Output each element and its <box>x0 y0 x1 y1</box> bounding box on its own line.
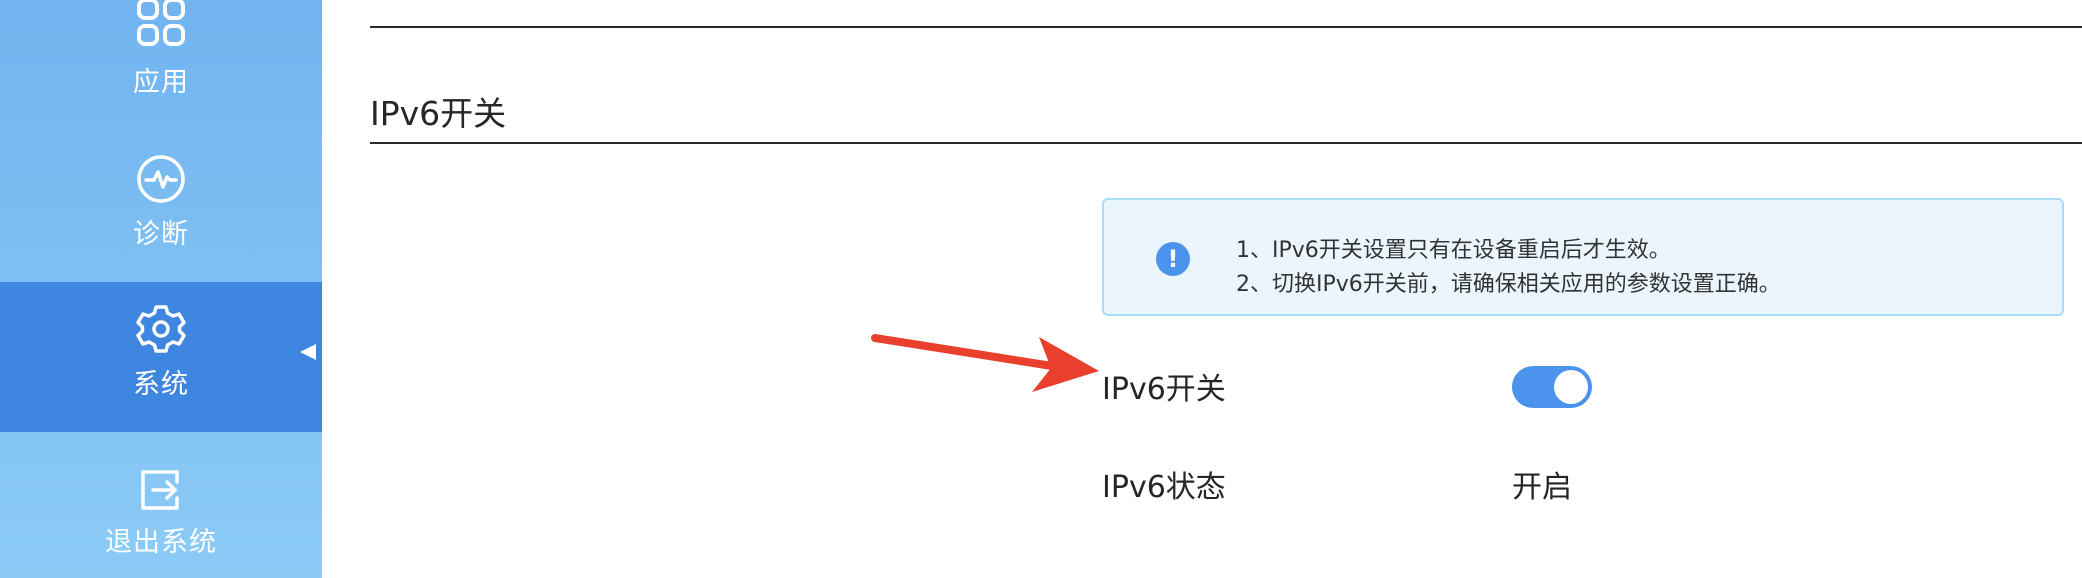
toggle-knob <box>1554 370 1588 404</box>
app-root: 应用 诊断 系统 退出系统 IPv6开关 ! 1、IPv6开关设置只有在设备重启… <box>0 0 2082 578</box>
ipv6-status-value: 开启 <box>1512 470 1572 505</box>
sidebar-item-system[interactable]: 系统 <box>0 282 322 432</box>
sidebar-item-logout[interactable]: 退出系统 <box>0 432 322 578</box>
info-notice: ! 1、IPv6开关设置只有在设备重启后才生效。 2、切换IPv6开关前，请确保… <box>1102 198 2064 316</box>
sidebar-item-diagnostics[interactable]: 诊断 <box>0 90 322 250</box>
grid-icon <box>135 0 187 52</box>
exclamation-icon: ! <box>1156 242 1190 276</box>
sidebar-item-label: 系统 <box>133 369 189 400</box>
main-content: IPv6开关 ! 1、IPv6开关设置只有在设备重启后才生效。 2、切换IPv6… <box>322 0 2082 578</box>
section-title: IPv6开关 <box>370 94 507 134</box>
sidebar-item-apps[interactable]: 应用 <box>0 0 322 98</box>
exit-icon <box>137 466 185 518</box>
active-indicator-caret <box>300 344 316 360</box>
divider <box>370 26 2082 28</box>
ipv6-status-label: IPv6状态 <box>1102 470 1226 505</box>
pulse-icon <box>135 153 187 209</box>
sidebar: 应用 诊断 系统 退出系统 <box>0 0 322 578</box>
sidebar-item-label: 诊断 <box>133 219 189 250</box>
gear-icon <box>134 302 188 360</box>
ipv6-toggle-switch[interactable] <box>1512 366 1592 408</box>
ipv6-switch-label: IPv6开关 <box>1102 372 1226 407</box>
notice-line: 2、切换IPv6开关前，请确保相关应用的参数设置正确。 <box>1236 272 1781 297</box>
sidebar-item-label: 退出系统 <box>105 527 217 558</box>
notice-line: 1、IPv6开关设置只有在设备重启后才生效。 <box>1236 238 1671 263</box>
annotation-arrow <box>871 334 1099 392</box>
divider <box>370 142 2082 144</box>
